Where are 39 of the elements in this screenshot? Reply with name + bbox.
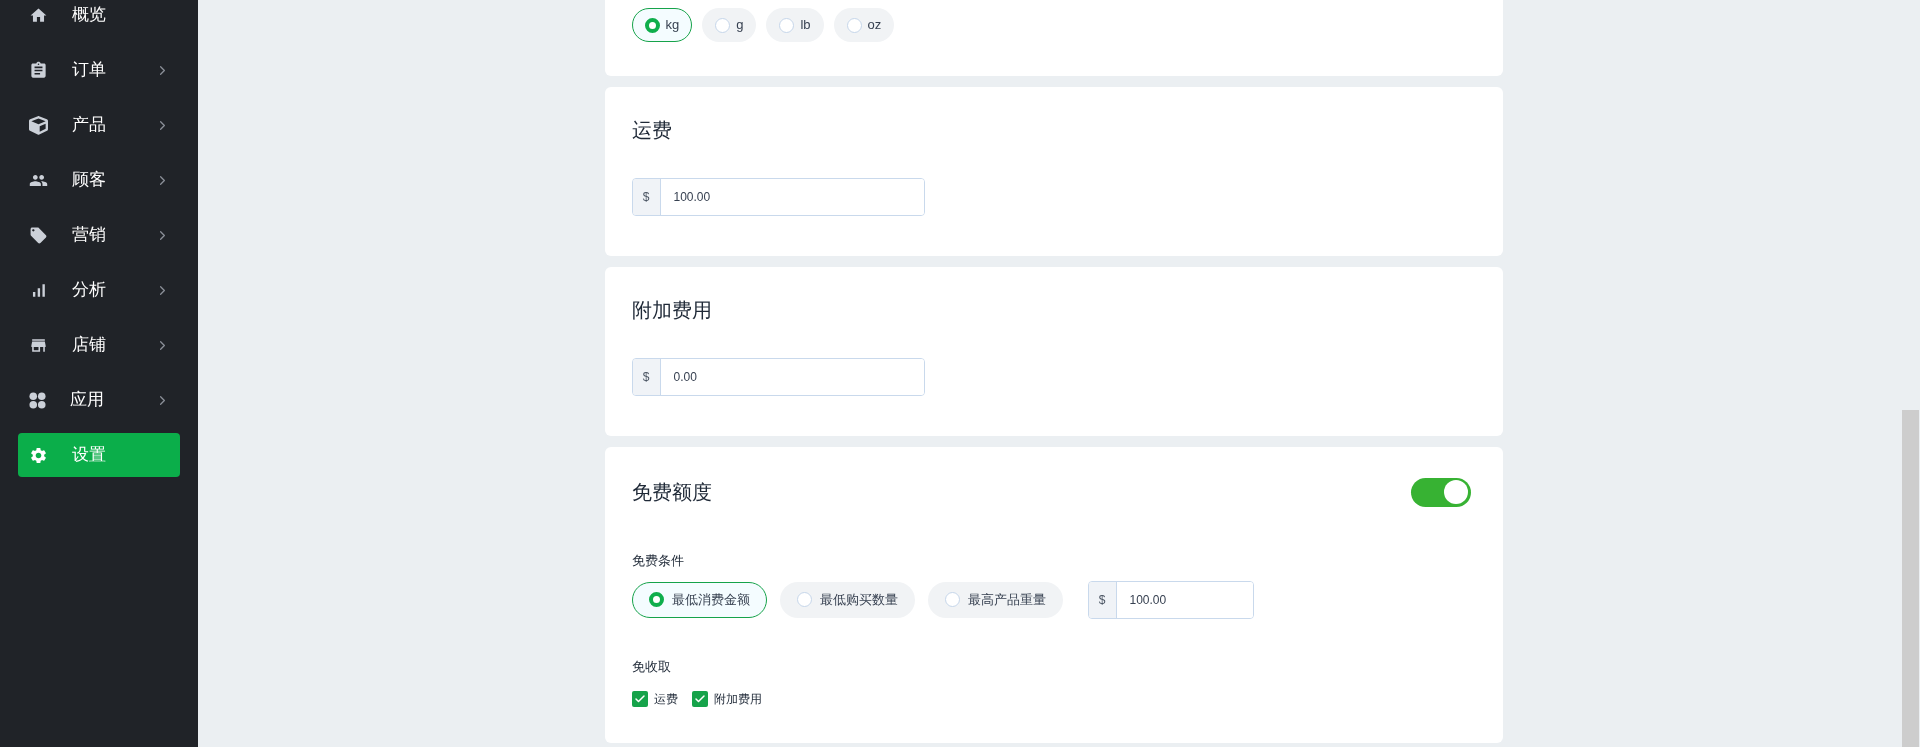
checkbox-option[interactable]: 附加费用 xyxy=(691,690,762,708)
amount-field[interactable]: $ 0.00 xyxy=(631,358,925,396)
sidebar-item[interactable]: 应用 xyxy=(18,378,180,422)
checkbox[interactable] xyxy=(631,691,648,707)
radio-option[interactable]: kg xyxy=(631,8,693,42)
radio-option[interactable]: oz xyxy=(833,8,895,42)
sidebar-item[interactable]: 产品 xyxy=(18,103,180,147)
sidebar-item[interactable]: 订单 xyxy=(18,48,180,92)
settings-icon xyxy=(29,445,48,465)
radio-option[interactable]: 最低消费金额 xyxy=(631,581,767,618)
currency-prefix: $ xyxy=(1088,581,1117,618)
tag-icon xyxy=(29,225,48,245)
toggle-switch[interactable] xyxy=(1410,477,1471,507)
cube-icon xyxy=(29,115,48,135)
section-title: 附加费用 xyxy=(631,298,713,323)
grid-icon xyxy=(29,391,46,409)
amount-field[interactable]: $ 100.00 xyxy=(1087,580,1254,619)
checkbox[interactable] xyxy=(691,691,708,707)
clipboard-icon xyxy=(29,60,48,80)
check-icon xyxy=(693,693,706,705)
field-label: 免收取 xyxy=(631,657,672,676)
checkbox-option[interactable]: 运费 xyxy=(631,690,678,708)
radio-option[interactable]: 最高产品重量 xyxy=(927,581,1063,618)
home-icon xyxy=(29,5,48,25)
currency-prefix: $ xyxy=(632,359,661,395)
sidebar-item[interactable]: 概览 xyxy=(18,0,180,37)
section-title: 运费 xyxy=(631,118,673,143)
radio-option[interactable]: 最低购买数量 xyxy=(779,581,915,618)
sidebar-item[interactable]: 分析 xyxy=(18,268,180,312)
amount-field[interactable]: $ 100.00 xyxy=(631,178,925,216)
radio-option[interactable]: lb xyxy=(766,8,824,42)
currency-prefix: $ xyxy=(632,179,661,215)
sidebar-item[interactable]: 店铺 xyxy=(18,323,180,367)
radio-option[interactable]: g xyxy=(702,8,757,42)
field-label: 免费条件 xyxy=(631,552,685,570)
section-title: 免费额度 xyxy=(631,480,712,505)
sidebar-item[interactable]: 顾客 xyxy=(18,158,180,202)
sidebar-item[interactable]: 营销 xyxy=(18,213,180,257)
check-icon xyxy=(633,693,646,705)
